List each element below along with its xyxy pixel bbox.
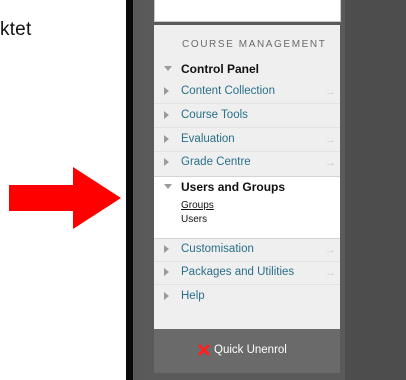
right-arrow-icon: → xyxy=(325,157,336,169)
menu-item-label: Course Tools xyxy=(181,109,248,121)
red-arrow-icon xyxy=(9,167,121,229)
menu-item-label: Control Panel xyxy=(181,62,260,76)
submenu-link-groups[interactable]: Groups xyxy=(181,200,214,211)
expand-triangle-icon xyxy=(164,66,172,71)
menu-item-customisation[interactable]: Customisation → xyxy=(154,239,340,261)
menu-item-course-tools[interactable]: Course Tools xyxy=(154,105,340,127)
collapse-triangle-icon xyxy=(164,135,169,143)
menu-item-users-and-groups[interactable]: Users and Groups xyxy=(154,176,340,198)
menu-item-packages-and-utilities[interactable]: Packages and Utilities → xyxy=(154,262,340,284)
menu-item-control-panel[interactable]: Control Panel xyxy=(154,58,340,80)
collapse-triangle-icon xyxy=(164,245,169,253)
black-divider xyxy=(126,0,133,380)
menu-item-grade-centre[interactable]: Grade Centre → xyxy=(154,152,340,174)
red-x-icon xyxy=(198,344,210,356)
menu-item-label: Users and Groups xyxy=(181,180,286,194)
menu-top-box xyxy=(154,0,341,22)
expand-triangle-icon xyxy=(164,184,172,189)
panel-left-edge xyxy=(133,0,146,380)
collapse-triangle-icon xyxy=(164,268,169,276)
quick-unenrol-label: Quick Unenrol xyxy=(214,344,287,356)
menu-item-label: Help xyxy=(181,290,205,302)
right-arrow-icon: → xyxy=(325,244,336,256)
divider xyxy=(154,127,340,128)
panel-right-area xyxy=(345,0,406,380)
menu-item-label: Grade Centre xyxy=(181,156,251,168)
collapse-triangle-icon xyxy=(164,111,169,119)
menu-item-label: Evaluation xyxy=(181,133,235,145)
collapse-triangle-icon xyxy=(164,158,169,166)
right-arrow-icon: → xyxy=(325,267,336,279)
divider xyxy=(154,284,340,285)
menu-item-help[interactable]: Help xyxy=(154,286,340,308)
menu-item-label: Packages and Utilities xyxy=(181,266,295,278)
caption-text: ktet xyxy=(0,19,32,40)
divider xyxy=(154,103,340,104)
collapse-triangle-icon xyxy=(164,87,169,95)
menu-item-evaluation[interactable]: Evaluation → xyxy=(154,129,340,151)
right-arrow-icon: → xyxy=(325,86,336,98)
section-heading: COURSE MANAGEMENT xyxy=(182,39,327,50)
right-arrow-icon: → xyxy=(325,134,336,146)
submenu-link-users[interactable]: Users xyxy=(181,214,207,225)
menu-item-content-collection[interactable]: Content Collection → xyxy=(154,81,340,103)
menu-item-label: Content Collection xyxy=(181,85,275,97)
collapse-triangle-icon xyxy=(164,292,169,300)
menu-item-label: Customisation xyxy=(181,243,254,255)
